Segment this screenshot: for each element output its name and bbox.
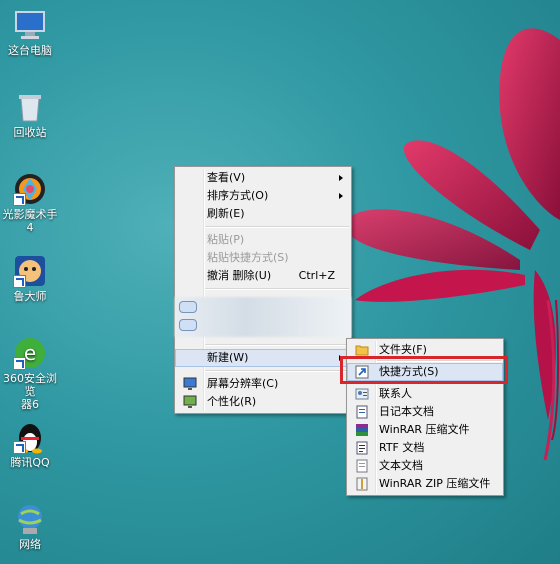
desktop-icon-label: 360安全浏览 器6 xyxy=(3,372,57,411)
submenu-item-text[interactable]: 文本文档 xyxy=(347,457,503,475)
desktop-icon-label: 回收站 xyxy=(13,126,47,139)
menu-item-label: RTF 文档 xyxy=(379,441,425,454)
desktop-icon-label: 腾讯QQ xyxy=(10,456,50,469)
shortcut-arrow-icon xyxy=(13,275,26,288)
computer-icon xyxy=(13,8,47,42)
menu-item-sort[interactable]: 排序方式(O) xyxy=(175,187,351,205)
personalize-icon xyxy=(183,395,197,409)
submenu-item-winrar-zip[interactable]: WinRAR ZIP 压缩文件 xyxy=(347,475,503,493)
qq-penguin-icon xyxy=(13,420,47,454)
graphics-icon xyxy=(179,319,197,331)
menu-item-label: 查看(V) xyxy=(207,171,246,184)
menu-item-undo-delete[interactable]: 撤消 删除(U) Ctrl+Z xyxy=(175,267,351,285)
desktop-icon-360-browser[interactable]: e 360安全浏览 器6 xyxy=(0,336,60,411)
menu-item-label: 新建(W) xyxy=(207,351,249,364)
aperture-icon xyxy=(13,172,47,206)
menu-item-personalize[interactable]: 个性化(R) xyxy=(175,393,351,411)
journal-document-icon xyxy=(355,405,369,419)
desktop-icon-recycle-bin[interactable]: 回收站 xyxy=(0,90,60,139)
chevron-right-icon xyxy=(339,175,343,181)
menu-item-paste-shortcut[interactable]: 粘贴快捷方式(S) xyxy=(175,249,351,267)
menu-item-label: WinRAR 压缩文件 xyxy=(379,423,470,436)
menu-item-label: 日记本文档 xyxy=(379,405,434,418)
desktop-icon-label: 这台电脑 xyxy=(8,44,52,57)
shortcut-arrow-icon xyxy=(13,441,26,454)
menu-separator xyxy=(205,344,349,346)
desktop-icon-label: 光影魔术手4 xyxy=(2,208,58,234)
chevron-right-icon xyxy=(339,193,343,199)
menu-item-label: 刷新(E) xyxy=(207,207,245,220)
desktop-icon-ludashi[interactable]: 鲁大师 xyxy=(0,254,60,303)
menu-item-label: 联系人 xyxy=(379,387,412,400)
menu-item-refresh[interactable]: 刷新(E) xyxy=(175,205,351,223)
menu-item-screen-resolution[interactable]: 屏幕分辨率(C) xyxy=(175,375,351,393)
shortcut-text: Ctrl+Z xyxy=(298,269,335,282)
menu-item-view[interactable]: 查看(V) xyxy=(175,169,351,187)
shortcut-arrow-icon xyxy=(13,357,26,370)
winrar-archive-icon xyxy=(355,423,369,437)
graphics-icon xyxy=(179,301,197,313)
menu-item-label: 个性化(R) xyxy=(207,395,257,408)
rtf-document-icon xyxy=(355,441,369,455)
menu-separator xyxy=(205,370,349,372)
menu-item-label: WinRAR ZIP 压缩文件 xyxy=(379,477,491,490)
menu-item-label: 文本文档 xyxy=(379,459,423,472)
menu-item-label: 文件夹(F) xyxy=(379,343,427,356)
menu-item-new[interactable]: 新建(W) xyxy=(175,349,351,367)
menu-item-label: 屏幕分辨率(C) xyxy=(207,377,279,390)
shortcut-arrow-icon xyxy=(13,193,26,206)
submenu-item-contact[interactable]: 联系人 xyxy=(347,385,503,403)
menu-item-label: 撤消 删除(U) xyxy=(207,269,272,282)
desktop-icon-this-pc[interactable]: 这台电脑 xyxy=(0,8,60,57)
submenu-item-journal[interactable]: 日记本文档 xyxy=(347,403,503,421)
desktop-icon-label: 网络 xyxy=(19,538,41,551)
highlight-annotation-box xyxy=(340,356,508,384)
menu-item-label: 排序方式(O) xyxy=(207,189,269,202)
ludashi-icon xyxy=(13,254,47,288)
menu-item-label: 粘贴快捷方式(S) xyxy=(207,251,289,264)
menu-item-paste[interactable]: 粘贴(P) xyxy=(175,231,351,249)
menu-separator xyxy=(205,226,349,228)
desktop-icon-label: 鲁大师 xyxy=(13,290,47,303)
folder-icon xyxy=(355,343,369,357)
recycle-bin-icon xyxy=(13,90,47,124)
network-globe-icon xyxy=(13,502,47,536)
desktop-icon-nEO-imaging[interactable]: 光影魔术手4 xyxy=(0,172,60,234)
desktop-icon-network[interactable]: 网络 xyxy=(0,502,60,551)
menu-item-label: 粘贴(P) xyxy=(207,233,245,246)
obscured-menu-region xyxy=(175,293,351,341)
desktop-icon-qq[interactable]: 腾讯QQ xyxy=(0,420,60,469)
monitor-icon xyxy=(183,377,197,391)
text-document-icon xyxy=(355,459,369,473)
blurred-area xyxy=(175,297,351,337)
submenu-item-rtf[interactable]: RTF 文档 xyxy=(347,439,503,457)
contact-card-icon xyxy=(355,387,369,401)
desktop-context-menu: 查看(V) 排序方式(O) 刷新(E) 粘贴(P) 粘贴快捷方式(S) 撤消 删… xyxy=(174,166,352,414)
zip-archive-icon xyxy=(355,477,369,491)
browser-e-icon: e xyxy=(13,336,47,370)
submenu-item-winrar[interactable]: WinRAR 压缩文件 xyxy=(347,421,503,439)
menu-separator xyxy=(205,288,349,290)
